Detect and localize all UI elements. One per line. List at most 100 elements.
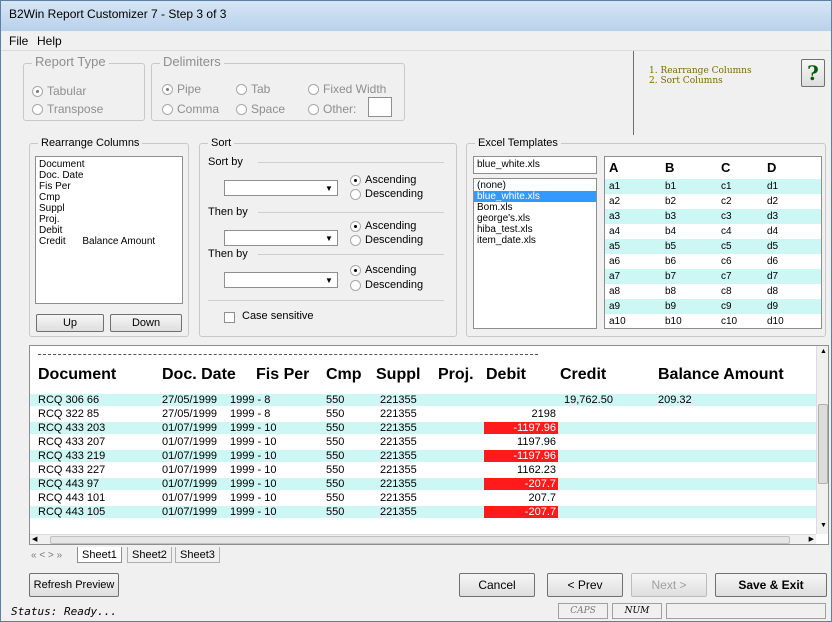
- sort-by-ascending-radio[interactable]: Ascending: [350, 174, 416, 186]
- table-row: RCQ 322 85 27/05/1999 1999 - 8 550 221355 219…: [30, 408, 816, 420]
- tab-sheet1[interactable]: Sheet1: [77, 547, 122, 563]
- table-row: RCQ 306 66 27/05/1999 1999 - 8 550 221355 19,…: [30, 394, 816, 406]
- scroll-thumb[interactable]: [818, 404, 828, 484]
- preview-vertical-scrollbar[interactable]: ▲ ▼: [816, 346, 828, 534]
- other-delimiter-input[interactable]: [368, 97, 392, 117]
- then-by-1-descending-label: Descending: [365, 234, 424, 246]
- scroll-left-icon[interactable]: ◀: [32, 535, 37, 543]
- move-down-button[interactable]: Down: [110, 314, 182, 332]
- radio-comma[interactable]: Comma: [162, 102, 219, 116]
- columns-listbox[interactable]: Document Doc. Date Fis Per Cmp Suppl Pro…: [35, 156, 183, 304]
- table-cell-doc: RCQ 433 219: [38, 450, 106, 462]
- then-by-1-ascending-radio[interactable]: Ascending: [350, 220, 416, 232]
- template-name-input[interactable]: blue_white.xls: [473, 156, 597, 174]
- sort-by-select[interactable]: ▼: [224, 180, 338, 196]
- column-item[interactable]: Fis Per: [36, 181, 182, 192]
- scroll-down-icon[interactable]: ▼: [820, 522, 827, 529]
- grid-cell: b2: [665, 196, 677, 207]
- then-by-1-descending-radio[interactable]: Descending: [350, 234, 423, 246]
- scroll-up-icon[interactable]: ▲: [820, 348, 827, 355]
- hscroll-thumb[interactable]: [50, 536, 790, 544]
- column-item[interactable]: Cmp: [36, 192, 182, 203]
- refresh-preview-button[interactable]: Refresh Preview: [29, 573, 119, 597]
- grid-cell: c1: [721, 181, 732, 192]
- table-row: RCQ 443 101 01/07/1999 1999 - 10 550 221355 2…: [30, 492, 816, 504]
- template-item[interactable]: (none): [474, 180, 596, 191]
- column-item[interactable]: Document: [36, 159, 182, 170]
- case-sensitive-checkbox[interactable]: [224, 312, 235, 323]
- template-item[interactable]: Bom.xls: [474, 202, 596, 213]
- sheet-nav-arrows[interactable]: « < > »: [31, 550, 62, 561]
- grid-cell: a3: [609, 211, 621, 222]
- menu-help[interactable]: Help: [37, 34, 62, 48]
- column-item[interactable]: Doc. Date: [36, 170, 182, 181]
- table-cell-date: 01/07/1999: [162, 506, 218, 518]
- grid-cell: b5: [665, 241, 677, 252]
- tab-sheet2[interactable]: Sheet2: [127, 547, 172, 563]
- radio-transpose-label: Transpose: [47, 102, 104, 116]
- column-item[interactable]: Debit: [36, 225, 182, 236]
- preview-horizontal-scrollbar[interactable]: ◀ ▶: [30, 534, 816, 544]
- then-by-2-ascending-radio[interactable]: Ascending: [350, 264, 416, 276]
- steps-divider: [633, 51, 634, 135]
- sort-by-ascending-dot: [350, 174, 361, 186]
- preview-header-suppl: Suppl: [376, 366, 421, 383]
- tab-sheet3[interactable]: Sheet3: [175, 547, 220, 563]
- step-2-label: 2. Sort Columns: [649, 76, 723, 86]
- table-cell-doc: RCQ 443 101: [38, 492, 106, 504]
- column-item[interactable]: Credit Balance Amount: [36, 236, 182, 247]
- grid-cell: c5: [721, 241, 732, 252]
- template-item[interactable]: george's.xls: [474, 213, 596, 224]
- grid-row: a7 b7 c7 d7: [605, 269, 821, 284]
- radio-space[interactable]: Space: [236, 102, 285, 116]
- report-preview[interactable]: Document Doc. Date Fis Per Cmp Suppl Pro…: [29, 345, 829, 545]
- grid-row: a2 b2 c2 d2: [605, 194, 821, 209]
- sort-by-rule: [258, 162, 444, 163]
- save-exit-button[interactable]: Save & Exit: [715, 573, 827, 597]
- table-row: RCQ 433 227 01/07/1999 1999 - 10 550 221355 1…: [30, 464, 816, 476]
- excel-templates-group: Excel Templates blue_white.xls (none) bl…: [466, 137, 826, 337]
- radio-tab[interactable]: Tab: [236, 82, 270, 96]
- table-cell-cmp: 550: [326, 408, 345, 420]
- then-by-2-descending-radio[interactable]: Descending: [350, 279, 423, 291]
- table-cell-credit: 19,762.50: [564, 394, 613, 406]
- next-button[interactable]: Next >: [631, 573, 707, 597]
- then-by-2-descending-dot: [350, 279, 361, 291]
- preview-separator: [38, 354, 538, 355]
- move-up-button[interactable]: Up: [36, 314, 104, 332]
- table-cell-suppl: 221355: [380, 450, 417, 462]
- radio-fixed-width[interactable]: Fixed Width: [308, 82, 386, 96]
- template-item-selected[interactable]: blue_white.xls: [474, 191, 596, 202]
- grid-cell: b6: [665, 256, 677, 267]
- grid-row: a6 b6 c6 d6: [605, 254, 821, 269]
- prev-button[interactable]: < Prev: [547, 573, 623, 597]
- radio-other[interactable]: Other:: [308, 102, 356, 116]
- radio-pipe[interactable]: Pipe: [162, 82, 201, 96]
- radio-transpose[interactable]: Transpose: [32, 102, 103, 116]
- column-item[interactable]: Suppl: [36, 203, 182, 214]
- grid-cell: c10: [721, 316, 738, 327]
- grid-cell: c9: [721, 301, 732, 312]
- radio-tabular[interactable]: Tabular: [32, 84, 86, 98]
- table-cell-fis: 1999 - 10: [230, 478, 277, 490]
- cancel-button[interactable]: Cancel: [459, 573, 535, 597]
- then-by-1-select[interactable]: ▼: [224, 230, 338, 246]
- grid-cell: b3: [665, 211, 677, 222]
- table-row: RCQ 443 97 01/07/1999 1999 - 10 550 221355 -2…: [30, 478, 816, 490]
- table-row: RCQ 433 219 01/07/1999 1999 - 10 550 221355 -…: [30, 450, 816, 462]
- table-cell-suppl: 221355: [380, 422, 417, 434]
- radio-tabular-dot: [32, 85, 43, 97]
- template-item[interactable]: hiba_test.xls: [474, 224, 596, 235]
- column-item[interactable]: Proj.: [36, 214, 182, 225]
- then-by-2-select[interactable]: ▼: [224, 272, 338, 288]
- sort-by-descending-radio[interactable]: Descending: [350, 188, 423, 200]
- template-item[interactable]: item_date.xls: [474, 235, 596, 246]
- help-button[interactable]: ?: [801, 59, 825, 87]
- scroll-right-icon[interactable]: ▶: [809, 535, 814, 543]
- grid-cell: b10: [665, 316, 682, 327]
- grid-cell: d4: [767, 226, 779, 237]
- grid-cell: a7: [609, 271, 621, 282]
- template-listbox[interactable]: (none) blue_white.xls Bom.xls george's.x…: [473, 178, 597, 329]
- rearrange-columns-group: Rearrange Columns Document Doc. Date Fis…: [29, 137, 189, 337]
- menu-file[interactable]: File: [9, 34, 28, 48]
